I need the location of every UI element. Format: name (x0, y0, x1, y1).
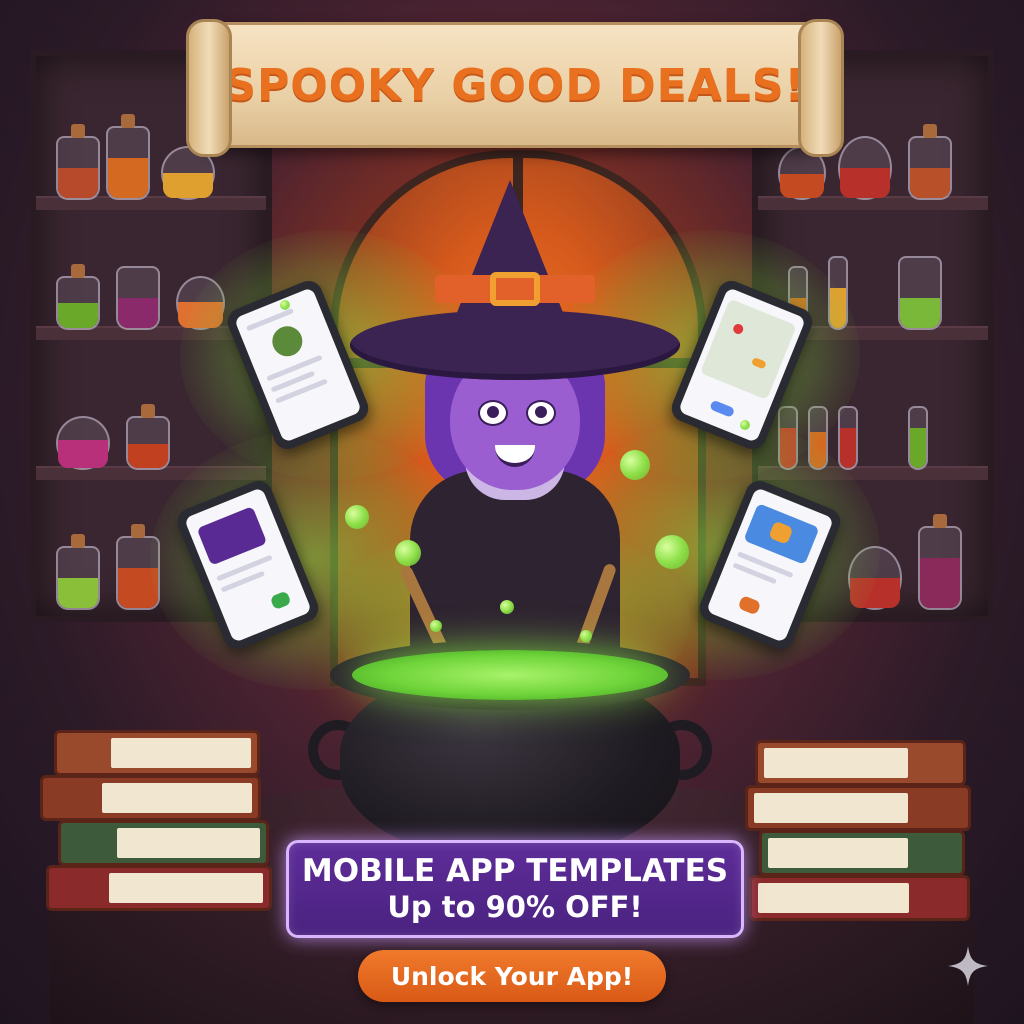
cauldron (308, 640, 712, 860)
book-stack-right (745, 740, 975, 940)
book (749, 875, 970, 921)
book (58, 820, 269, 866)
book (54, 730, 260, 776)
potion-bottle (106, 114, 150, 200)
bubble (620, 450, 650, 480)
bubble (430, 620, 442, 632)
bubble (655, 535, 689, 569)
book (46, 865, 272, 911)
potion-bottle (56, 416, 110, 470)
scroll-banner: SPOOKY GOOD DEALS! (186, 19, 844, 157)
green-brew (352, 650, 668, 700)
potion-bottle (908, 406, 928, 470)
potion-bottle (126, 404, 170, 470)
witch-hat (450, 180, 570, 330)
potion-bottle (898, 256, 942, 330)
potion-bottle (116, 266, 160, 330)
promo-headline: MOBILE APP TEMPLATES (301, 853, 729, 889)
potion-bottle (838, 136, 892, 200)
book (745, 785, 971, 831)
promo-panel: MOBILE APP TEMPLATES Up to 90% OFF! (286, 840, 744, 938)
sparkle-icon (948, 946, 988, 986)
book (40, 775, 261, 821)
bubble (395, 540, 421, 566)
scroll-curl-left (186, 19, 232, 157)
book (755, 740, 966, 786)
halloween-promo-scene: SPOOKY GOOD DEALS! MOBILE APP TEMPLATES … (0, 0, 1024, 1024)
witch-illustration (350, 180, 680, 708)
bubble (280, 300, 290, 310)
promo-discount: Up to 90% OFF! (387, 890, 643, 924)
scroll-curl-right (798, 19, 844, 157)
potion-bottle (56, 264, 100, 330)
witch-hat-brim (350, 310, 680, 380)
book (759, 830, 965, 876)
potion-bottle (56, 124, 100, 200)
potion-bottle (908, 124, 952, 200)
unlock-app-button[interactable]: Unlock Your App! (358, 950, 666, 1002)
potion-bottle (56, 534, 100, 610)
potion-bottle (918, 514, 962, 610)
bubble (345, 505, 369, 529)
bubble (740, 420, 750, 430)
bubble (500, 600, 514, 614)
banner-title: SPOOKY GOOD DEALS! (224, 59, 806, 111)
book-stack-left (40, 720, 272, 930)
hat-buckle-icon (490, 272, 540, 306)
